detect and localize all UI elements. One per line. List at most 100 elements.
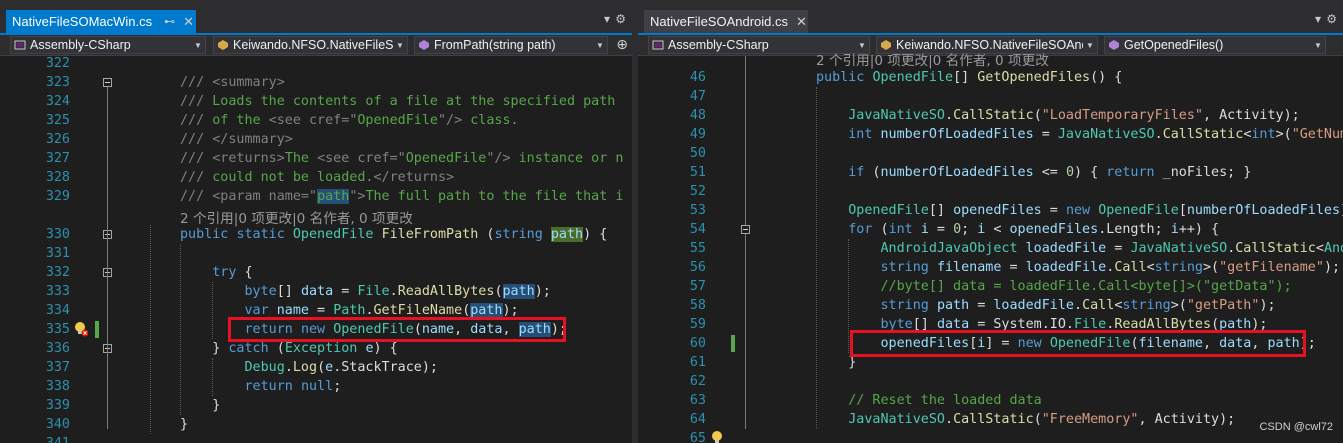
code-line: 324 /// Loads the contents of a file at t…: [0, 92, 632, 111]
line-number: 56: [689, 260, 706, 275]
code-text: string path = loadedFile.Call<string>("g…: [880, 298, 1276, 313]
code-text: JavaNativeSO.CallStatic("LoadTemporaryFi…: [848, 108, 1300, 123]
code-text: /// could not be loaded.</returns>: [180, 170, 455, 185]
pin-icon[interactable]: ⊷: [164, 15, 175, 28]
code-line: 326 /// </summary>: [0, 130, 632, 149]
line-number: 54: [689, 222, 706, 237]
split-editor-icon[interactable]: ⊕: [616, 37, 628, 53]
code-line: 55 AndroidJavaObject loadedFile = JavaNa…: [638, 239, 1343, 258]
code-line: 51 if (numberOfLoadedFiles <= 0) { retur…: [638, 163, 1343, 182]
code-text: public OpenedFile[] GetOpenedFiles() {: [816, 70, 1123, 85]
line-number: 53: [689, 203, 706, 218]
line-number: 333: [45, 284, 70, 299]
line-number: 62: [689, 374, 706, 389]
code-text: /// <param name="path">The full path to …: [180, 189, 624, 204]
line-number: 339: [45, 398, 70, 413]
code-text: /// Loads the contents of a file at the …: [180, 94, 616, 109]
code-text: /// of the <see cref="OpenedFile"/> clas…: [180, 113, 519, 128]
indent-guide: [180, 244, 181, 415]
line-number: 323: [45, 75, 70, 90]
code-line: 58 string path = loadedFile.Call<string>…: [638, 296, 1343, 315]
code-line: 331: [0, 244, 632, 263]
code-editor-right[interactable]: 2 个引用|0 项更改|0 名作者, 0 项更改 46 public OpenedF…: [638, 53, 1343, 443]
code-line: 325 /// of the <see cref="OpenedFile"/> c…: [0, 111, 632, 130]
highlight-box: [850, 330, 1306, 357]
watermark: CSDN @cwl72: [1259, 421, 1333, 433]
code-line: 332 try {: [0, 263, 632, 282]
line-number: 51: [689, 165, 706, 180]
fold-toggle-for[interactable]: [741, 225, 750, 234]
line-number: 340: [45, 417, 70, 432]
line-number: 330: [45, 227, 70, 242]
tab-title: NativeFileSOMacWin.cs: [12, 14, 153, 29]
tab-nativefilesomacwin[interactable]: NativeFileSOMacWin.cs ⊷ ✕: [6, 10, 196, 33]
code-line: 329 /// <param name="path">The full path …: [0, 187, 632, 206]
line-number: 331: [45, 246, 70, 261]
close-icon[interactable]: ✕: [183, 14, 194, 30]
tab-title: NativeFileSOAndroid.cs: [650, 14, 788, 29]
tab-list-dropdown-icon[interactable]: ▾: [604, 12, 610, 26]
class-icon: [218, 40, 228, 50]
line-number: 58: [689, 298, 706, 313]
line-number: 328: [45, 170, 70, 185]
change-marker: [95, 321, 99, 338]
gear-icon[interactable]: ⚙: [1326, 12, 1337, 26]
member-dropdown[interactable]: FromPath(string path) ▼: [414, 36, 608, 54]
code-text: public static OpenedFile FileFromPath (s…: [180, 227, 608, 242]
code-text: /// <summary>: [180, 75, 285, 90]
code-text: }: [180, 398, 221, 413]
line-number: 341: [22, 434, 70, 443]
gear-icon[interactable]: ⚙: [615, 12, 626, 26]
csharp-project-icon: [14, 40, 26, 50]
indent-guide: [816, 87, 817, 429]
close-icon[interactable]: ✕: [796, 14, 807, 30]
lightbulb-error-icon[interactable]: [74, 321, 88, 337]
code-line: 46 public OpenedFile[] GetOpenedFiles() {: [638, 68, 1343, 87]
code-editor-left[interactable]: 322 323 /// <summary> 324 /// Loads the cont…: [0, 56, 632, 443]
line-number: 337: [45, 360, 70, 375]
code-text: string filename = loadedFile.Call<string…: [880, 260, 1341, 275]
change-marker: [731, 335, 735, 352]
fold-line: [107, 87, 108, 429]
code-text: /// <returns>The <see cref="OpenedFile"/…: [180, 151, 624, 166]
fold-toggle-summary[interactable]: [103, 78, 112, 87]
code-line: 339 }: [0, 396, 632, 415]
code-text: JavaNativeSO.CallStatic("FreeMemory", Ac…: [848, 412, 1236, 427]
tab-nativefilesoandroid[interactable]: NativeFileSOAndroid.cs ✕: [644, 10, 808, 33]
code-lens[interactable]: 2 个引用|0 项更改|0 名作者, 0 项更改: [816, 49, 1049, 69]
project-dropdown[interactable]: Assembly-CSharp ▼: [10, 36, 206, 54]
line-number: 335: [45, 322, 70, 337]
code-text: OpenedFile[] openedFiles = new OpenedFil…: [848, 203, 1343, 218]
code-line: 322: [0, 54, 632, 73]
code-text: /// </summary>: [180, 132, 293, 147]
code-text: }: [180, 417, 189, 432]
code-lens[interactable]: 2 个引用|0 项更改|0 名作者, 0 项更改: [180, 207, 413, 227]
code-line: 338 return null;: [0, 377, 632, 396]
line-number: 327: [45, 151, 70, 166]
line-number: 63: [689, 393, 706, 408]
lightbulb-icon[interactable]: [710, 430, 724, 443]
code-line: 57 //byte[] data = loadedFile.Call<byte[…: [638, 277, 1343, 296]
line-number: 325: [45, 113, 70, 128]
line-number: 46: [689, 70, 706, 85]
member-label: FromPath(string path): [434, 38, 556, 52]
tab-strip-right: NativeFileSOAndroid.cs ✕ ▾ ⚙: [638, 0, 1343, 35]
line-number: 60: [689, 336, 706, 351]
indent-guide: [848, 239, 849, 353]
line-number: 336: [45, 341, 70, 356]
class-dropdown[interactable]: Keiwando.NFSO.NativeFileS( ▼: [213, 36, 408, 54]
code-line-partial: 2 个引用|0 项更改|0 名作者, 0 项更改: [638, 49, 1343, 69]
class-label: Keiwando.NFSO.NativeFileS(: [233, 38, 393, 52]
code-line: 337 Debug.Log(e.StackTrace);: [0, 358, 632, 377]
line-number: 322: [45, 56, 70, 71]
indent-guide: [212, 358, 213, 396]
tab-list-dropdown-icon[interactable]: ▾: [1315, 12, 1321, 26]
line-number: 55: [689, 241, 706, 256]
code-text: AndroidJavaObject loadedFile = JavaNativ…: [880, 241, 1343, 256]
line-number: 334: [45, 303, 70, 318]
code-line: 52: [638, 182, 1343, 201]
line-number: 61: [689, 355, 706, 370]
line-number: 65: [689, 431, 706, 443]
line-number: 64: [689, 412, 706, 427]
chevron-down-icon: ▼: [596, 40, 604, 50]
